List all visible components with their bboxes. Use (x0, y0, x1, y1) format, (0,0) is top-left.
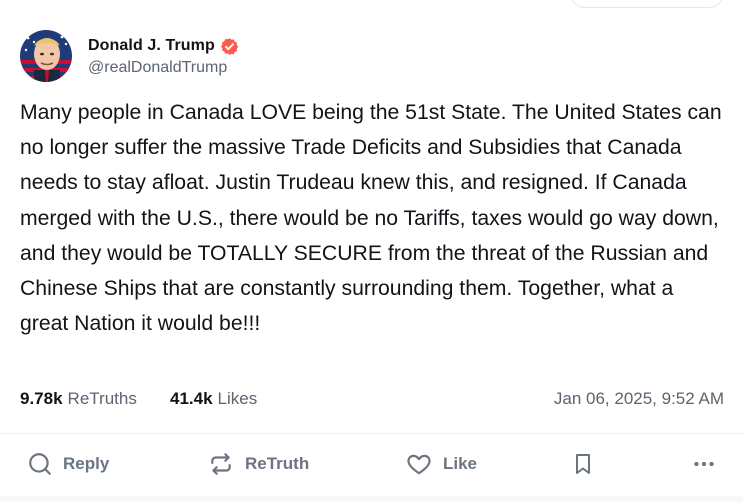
heart-icon (405, 451, 433, 477)
retruth-label: ReTruth (245, 454, 310, 473)
likes-stat[interactable]: 41.4k Likes (170, 389, 257, 409)
reply-button[interactable]: Reply (27, 450, 109, 478)
bottom-separator (0, 496, 743, 502)
profile-avatar[interactable] (20, 30, 72, 82)
retruths-label: ReTruths (67, 389, 137, 408)
bookmark-button[interactable] (571, 450, 595, 478)
more-options-icon (691, 451, 717, 477)
post-header: Donald J. Trump @realDonaldTrump (20, 30, 239, 82)
retruths-count: 9.78k (20, 389, 63, 408)
truth-post-page: Donald J. Trump @realDonaldTrump Many pe… (0, 0, 743, 502)
reply-label: Reply (63, 454, 110, 473)
likes-label: Likes (217, 389, 258, 408)
author-handle[interactable]: @realDonaldTrump (88, 59, 239, 77)
like-label: Like (443, 454, 478, 473)
display-name-row: Donald J. Trump (88, 36, 239, 56)
post-body-text: Many people in Canada LOVE being the 51s… (20, 101, 722, 336)
retruths-stat[interactable]: 9.78k ReTruths (20, 389, 137, 409)
more-options-button[interactable] (691, 450, 717, 478)
post-actions-bar: Reply ReTruth Like (0, 434, 743, 494)
top-pill-button[interactable] (570, 0, 724, 8)
author-names: Donald J. Trump @realDonaldTrump (88, 30, 239, 77)
post-stats: 9.78k ReTruths 41.4k Likes Jan 06, 2025, 9… (20, 389, 724, 409)
post-timestamp[interactable]: Jan 06, 2025, 9:52 AM (554, 389, 724, 409)
reply-icon (27, 451, 53, 477)
bookmark-icon (571, 451, 595, 477)
retruth-button[interactable]: ReTruth (207, 450, 309, 478)
verified-badge-icon (220, 37, 239, 56)
display-name[interactable]: Donald J. Trump (88, 37, 215, 55)
retruth-icon (207, 451, 235, 477)
likes-count: 41.4k (170, 389, 213, 408)
like-button[interactable]: Like (405, 450, 477, 478)
